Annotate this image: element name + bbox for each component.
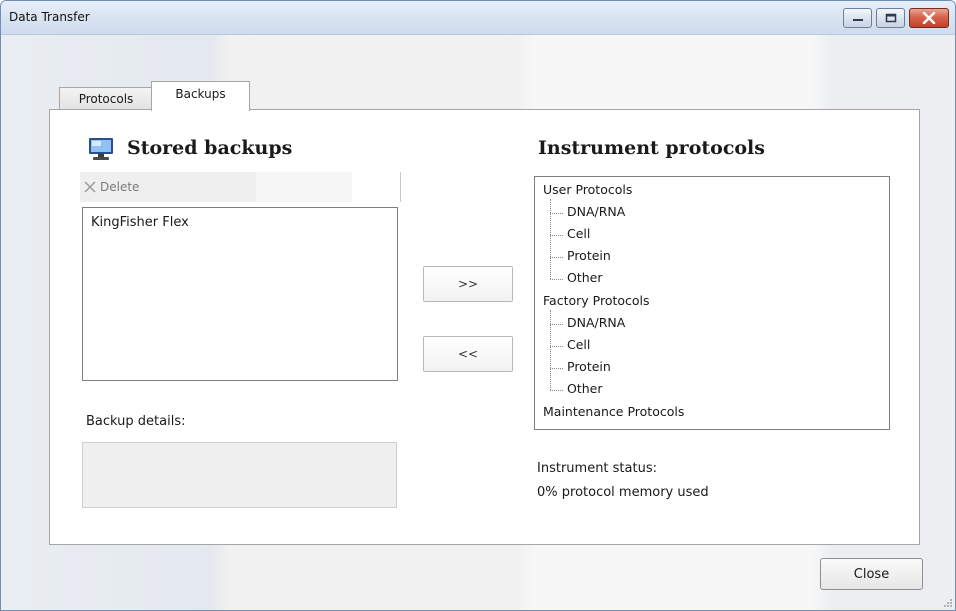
maximize-icon bbox=[885, 13, 896, 23]
instrument-protocols-tree[interactable]: User Protocols DNA/RNA Cell Protein Othe… bbox=[534, 176, 890, 430]
tree-guide bbox=[550, 199, 551, 279]
title-bar[interactable]: Data Transfer bbox=[1, 1, 955, 35]
instrument-status-value: 0% protocol memory used bbox=[537, 485, 709, 500]
close-icon bbox=[922, 12, 936, 24]
minimize-button[interactable] bbox=[843, 8, 872, 28]
delete-button[interactable]: Delete bbox=[83, 178, 139, 196]
window-title: Data Transfer bbox=[9, 10, 90, 24]
tree-guide bbox=[550, 368, 563, 369]
tree-guide bbox=[550, 346, 563, 347]
tree-node-protein[interactable]: Protein bbox=[567, 248, 611, 263]
tree-guide bbox=[550, 310, 551, 390]
tab-backups[interactable]: Backups bbox=[151, 81, 250, 111]
stored-backups-title: Stored backups bbox=[127, 137, 293, 159]
tree-node-cell[interactable]: Cell bbox=[567, 337, 590, 352]
tree-node-cell[interactable]: Cell bbox=[567, 226, 590, 241]
backup-details-label: Backup details: bbox=[86, 414, 186, 429]
tree-node-factory-protocols[interactable]: Factory Protocols bbox=[543, 293, 650, 308]
close-button[interactable]: Close bbox=[820, 558, 923, 590]
transfer-to-instrument-button[interactable]: >> bbox=[423, 266, 513, 302]
tree-guide bbox=[550, 213, 563, 214]
tree-node-other[interactable]: Other bbox=[567, 270, 603, 285]
backups-toolbar: Delete bbox=[80, 172, 401, 202]
monitor-icon bbox=[89, 138, 113, 160]
tree-node-dna-rna[interactable]: DNA/RNA bbox=[567, 204, 625, 219]
tree-node-other[interactable]: Other bbox=[567, 381, 603, 396]
delete-icon bbox=[84, 181, 96, 193]
tree-guide bbox=[550, 324, 563, 325]
tree-node-protein[interactable]: Protein bbox=[567, 359, 611, 374]
transfer-to-backups-button[interactable]: << bbox=[423, 336, 513, 372]
stored-backups-list[interactable]: KingFisher Flex bbox=[82, 207, 398, 381]
tree-guide bbox=[550, 279, 563, 280]
tree-guide bbox=[550, 390, 563, 391]
tree-guide bbox=[550, 235, 563, 236]
instrument-status-label: Instrument status: bbox=[537, 461, 657, 476]
tree-guide bbox=[550, 257, 563, 258]
instrument-protocols-title: Instrument protocols bbox=[538, 137, 765, 159]
data-transfer-window: Data Transfer Protocols Backups Stored b… bbox=[0, 0, 956, 611]
tree-node-maintenance-protocols[interactable]: Maintenance Protocols bbox=[543, 404, 684, 419]
maximize-button[interactable] bbox=[876, 8, 905, 28]
tab-protocols[interactable]: Protocols bbox=[59, 87, 153, 109]
list-item[interactable]: KingFisher Flex bbox=[91, 215, 189, 230]
resize-grip-icon[interactable] bbox=[941, 596, 953, 608]
tree-node-user-protocols[interactable]: User Protocols bbox=[543, 182, 632, 197]
delete-button-label: Delete bbox=[100, 180, 140, 194]
window-close-button[interactable] bbox=[909, 8, 949, 28]
minimize-icon bbox=[852, 19, 863, 21]
backup-details-box bbox=[82, 442, 397, 508]
tree-node-dna-rna[interactable]: DNA/RNA bbox=[567, 315, 625, 330]
